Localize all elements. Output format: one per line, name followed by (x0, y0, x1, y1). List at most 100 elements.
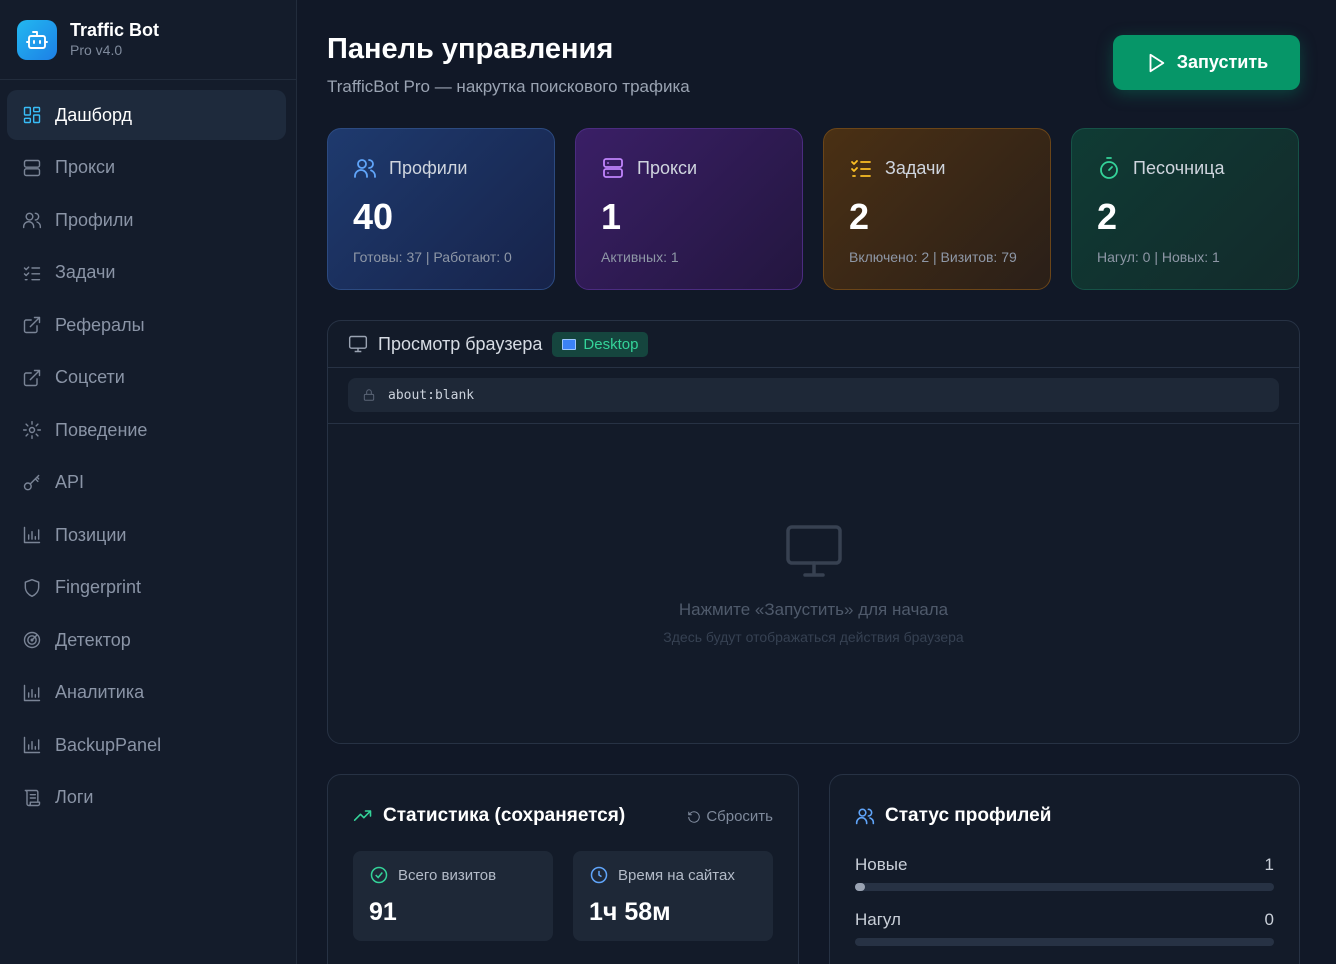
gear-icon (22, 420, 42, 440)
sidebar-item-label: BackupPanel (55, 734, 162, 755)
profiles-card[interactable]: Профили 40 Готовы: 37 | Работают: 0 (327, 128, 555, 290)
monitor-icon (785, 524, 843, 583)
robot-icon (17, 19, 57, 60)
brand: Traffic Bot Pro v4.0 (0, 0, 296, 80)
rotate-ccw-icon (688, 810, 701, 823)
start-button-label: Запустить (1176, 52, 1269, 72)
list-checks-icon (22, 263, 42, 283)
desktop-icon (562, 338, 577, 350)
sidebar-item-label: Логи (55, 787, 94, 807)
empty-state-title: Нажмите «Запустить» для начала (678, 600, 949, 619)
key-icon (22, 473, 42, 493)
device-mode-label: Desktop (583, 335, 639, 353)
brand-version: Pro v4.0 (70, 42, 123, 58)
external-link-icon (22, 315, 42, 335)
sidebar-item-label: Поведение (55, 419, 148, 440)
sidebar-item-label: Позиции (55, 524, 127, 545)
card-footer: Готовы: 37 | Работают: 0 (353, 249, 512, 265)
card-footer: Включено: 2 | Визитов: 79 (849, 249, 1017, 265)
sidebar-item-label: Прокси (55, 157, 116, 177)
browser-title: Просмотр браузера (378, 333, 543, 354)
scroll-icon (22, 788, 42, 808)
start-button[interactable]: Запустить (1113, 35, 1300, 90)
external-link-icon (22, 368, 42, 388)
sidebar-item-label: Рефералы (55, 314, 145, 335)
card-value: 1 (601, 196, 622, 237)
browser-preview: Просмотр браузера Desktop about:blank На… (327, 320, 1300, 744)
sidebar-item-logs[interactable]: Логи (7, 773, 286, 823)
statistics-panel: Статистика (сохраняется) Сбросить Всего … (327, 774, 799, 964)
server-icon (603, 158, 623, 178)
timer-icon (1100, 157, 1118, 179)
sidebar-item-label: Профили (55, 209, 134, 230)
panel-title: Статистика (сохраняется) (383, 805, 626, 826)
status-count: 1 (1264, 855, 1274, 874)
status-row-warmup: Нагул 0 (855, 910, 1274, 946)
clock-icon (590, 866, 608, 884)
brand-title: Traffic Bot (70, 20, 160, 40)
shield-icon (22, 578, 42, 598)
browser-viewport: Нажмите «Запустить» для начала Здесь буд… (328, 424, 1299, 743)
dashboard-icon (22, 105, 42, 125)
device-mode-badge[interactable]: Desktop (552, 331, 649, 357)
page-title: Панель управления (327, 33, 614, 65)
sidebar-item-label: API (55, 472, 85, 492)
sidebar: Traffic Bot Pro v4.0 Дашборд Прокси Проф… (0, 0, 297, 964)
progress-track (855, 883, 1274, 891)
radar-icon (22, 630, 42, 650)
main-content: Панель управления TrafficBot Pro — накру… (297, 0, 1336, 964)
sidebar-item-fingerprint[interactable]: Fingerprint (7, 563, 286, 613)
check-circle-icon (370, 866, 388, 884)
card-footer: Активных: 1 (601, 249, 679, 265)
card-label: Профили (389, 157, 468, 178)
proxy-card[interactable]: Прокси 1 Активных: 1 (575, 128, 803, 290)
users-icon (855, 808, 875, 825)
sidebar-item-positions[interactable]: Позиции (7, 510, 286, 560)
url-bar[interactable]: about:blank (348, 378, 1279, 412)
progress-track (855, 938, 1274, 946)
users-icon (354, 159, 376, 178)
sidebar-item-tasks[interactable]: Задачи (7, 248, 286, 298)
url-text: about:blank (388, 387, 475, 403)
summary-cards: Профили 40 Готовы: 37 | Работают: 0 Прок… (327, 128, 1299, 290)
reset-button[interactable]: Сбросить (687, 808, 773, 825)
sidebar-item-label: Дашборд (55, 104, 133, 125)
trending-up-icon (353, 810, 372, 821)
card-value: 40 (353, 196, 394, 237)
monitor-icon (348, 335, 368, 353)
play-icon (1149, 53, 1164, 72)
sidebar-item-label: Аналитика (55, 682, 145, 702)
empty-state-subtitle: Здесь будут отображаться действия браузе… (663, 629, 964, 645)
page-subtitle: TrafficBot Pro — накрутка поискового тра… (327, 77, 690, 96)
card-value: 2 (1097, 196, 1118, 237)
stat-label: Время на сайтах (618, 866, 735, 884)
lock-icon (363, 389, 375, 401)
sidebar-nav: Дашборд Прокси Профили Задачи Рефералы С… (0, 80, 296, 823)
sidebar-item-behavior[interactable]: Поведение (7, 405, 286, 455)
sidebar-item-api[interactable]: API (7, 458, 286, 508)
sidebar-item-analytics[interactable]: Аналитика (7, 668, 286, 718)
card-label: Задачи (885, 157, 946, 178)
bar-chart-icon (22, 735, 42, 755)
list-checks-icon (851, 160, 871, 177)
sidebar-item-label: Fingerprint (55, 577, 142, 597)
sidebar-item-referrals[interactable]: Рефералы (7, 300, 286, 350)
sidebar-item-dashboard[interactable]: Дашборд (7, 90, 286, 140)
card-label: Прокси (637, 157, 698, 178)
sidebar-item-social[interactable]: Соцсети (7, 353, 286, 403)
progress-fill (855, 883, 866, 891)
sidebar-item-proxy[interactable]: Прокси (7, 143, 286, 193)
users-icon (22, 210, 42, 230)
card-label: Песочница (1133, 157, 1225, 178)
sandbox-card[interactable]: Песочница 2 Нагул: 0 | Новых: 1 (1071, 128, 1299, 290)
tasks-card[interactable]: Задачи 2 Включено: 2 | Визитов: 79 (823, 128, 1051, 290)
sidebar-item-label: Задачи (55, 262, 116, 282)
sidebar-item-label: Детектор (55, 629, 131, 650)
sidebar-item-detector[interactable]: Детектор (7, 615, 286, 665)
bar-chart-icon (22, 683, 42, 703)
card-footer: Нагул: 0 | Новых: 1 (1097, 249, 1220, 265)
sidebar-item-profiles[interactable]: Профили (7, 195, 286, 245)
server-icon (22, 158, 42, 178)
stat-value: 91 (369, 898, 397, 926)
sidebar-item-backuppanel[interactable]: BackupPanel (7, 720, 286, 770)
